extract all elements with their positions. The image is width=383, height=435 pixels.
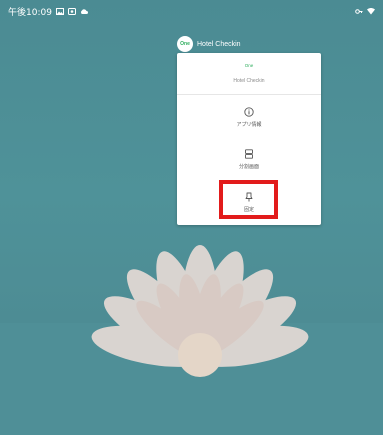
- cast-icon: [67, 7, 76, 15]
- menu-item-label: 分割画面: [238, 163, 259, 170]
- menu-item-app-info[interactable]: アプリ情報: [177, 97, 321, 137]
- app-name: Hotel Checkin: [197, 40, 241, 48]
- split-screen-icon: [245, 148, 253, 159]
- key-icon: [355, 8, 363, 14]
- wifi-icon: [367, 7, 375, 14]
- pin-icon: [245, 192, 253, 201]
- app-icon-text: One: [180, 41, 190, 47]
- cloud-icon: [80, 8, 88, 14]
- menu-item-pin[interactable]: 固定: [177, 181, 321, 223]
- info-icon: [244, 106, 254, 117]
- status-bar: 午後10:09: [0, 0, 383, 22]
- image-icon: [55, 7, 64, 15]
- menu-header: One Hotel Checkin: [177, 53, 321, 95]
- menu-title: Hotel Checkin: [233, 78, 265, 84]
- menu-item-label: アプリ情報: [236, 121, 262, 128]
- menu-item-split-screen[interactable]: 分割画面: [177, 139, 321, 179]
- app-context-menu: One Hotel Checkin アプリ情報 分割画面 固定: [177, 53, 321, 225]
- menu-item-label: 固定: [243, 206, 254, 213]
- app-icon[interactable]: One: [177, 36, 193, 52]
- status-time: 午後10:09: [8, 7, 52, 18]
- app-header: One Hotel Checkin: [177, 36, 241, 52]
- brand-label: One: [244, 63, 254, 68]
